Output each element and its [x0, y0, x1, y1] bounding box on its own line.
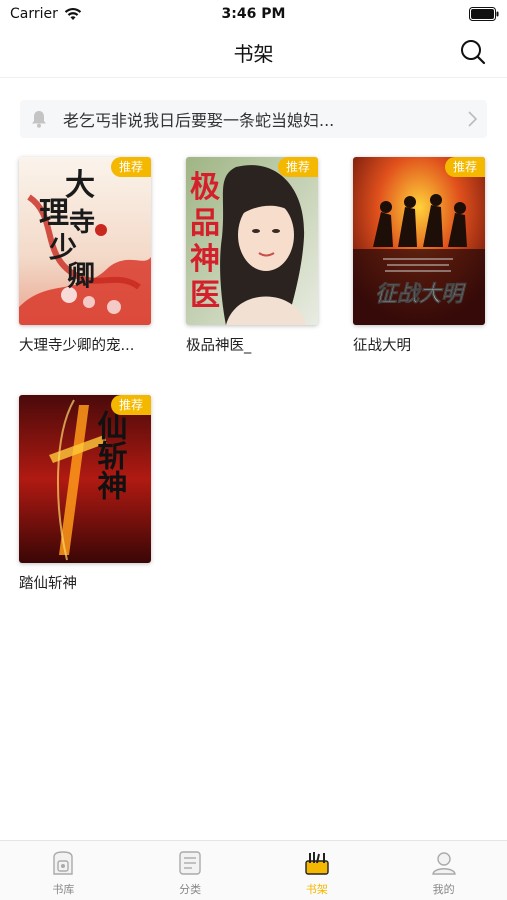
search-icon[interactable]	[459, 38, 487, 66]
cover-title-char: 大	[65, 168, 95, 203]
recommend-badge: 推荐	[445, 157, 485, 177]
bookstore-icon	[53, 851, 74, 875]
cover-title-char: 神	[190, 242, 220, 277]
book-cover[interactable]: 仙斩神 推荐	[19, 395, 151, 563]
book-cover-image: 仙斩神	[19, 395, 151, 563]
bookshelf-icon	[305, 852, 329, 875]
page-title: 书架	[233, 42, 274, 66]
announcement-bar[interactable]: 老乞丐非说我日后要娶一条蛇当媳妇...	[20, 100, 487, 138]
cover-title-char: 极	[190, 170, 220, 205]
category-icon	[179, 851, 201, 875]
book-title: 大理寺少卿的宠...	[19, 338, 135, 354]
book-item[interactable]: 大 理 寺 少 卿 推荐 大理寺少卿的宠...	[19, 157, 151, 355]
tab-label: 书架	[305, 883, 328, 896]
recommend-badge: 推荐	[111, 395, 151, 415]
recommend-badge: 推荐	[278, 157, 318, 177]
book-item[interactable]: 征战大明 推荐 征战大明	[353, 157, 485, 355]
recommend-badge: 推荐	[111, 157, 151, 177]
book-cover-image: 极 品 神 医	[186, 157, 318, 325]
cover-title-char: 医	[190, 278, 220, 313]
status-bar: Carrier 3:46 PM	[0, 0, 507, 28]
cover-title-char: 理	[39, 196, 69, 231]
book-title: 极品神医_	[186, 338, 252, 354]
book-item[interactable]: 仙斩神 推荐 踏仙斩神	[19, 395, 151, 593]
tab-category[interactable]: 分类	[127, 841, 254, 900]
announcement-text: 老乞丐非说我日后要娶一条蛇当媳妇...	[63, 111, 335, 130]
book-item[interactable]: 极 品 神 医 推荐 极品神医_	[186, 157, 318, 355]
book-cover[interactable]: 征战大明 推荐	[353, 157, 485, 325]
cover-title: 仙斩神	[92, 410, 128, 500]
profile-icon	[431, 852, 456, 875]
nav-bar: 书架	[0, 28, 507, 78]
cover-title-char: 品	[190, 206, 220, 241]
cover-title-char: 卿	[67, 259, 95, 292]
battery-icon	[469, 7, 499, 21]
tab-bookshelf[interactable]: 书架	[254, 841, 381, 900]
tab-label: 我的	[432, 883, 455, 896]
book-cover-image: 征战大明	[353, 157, 485, 325]
cover-title: 征战大明	[375, 281, 467, 307]
book-cover-image: 大 理 寺 少 卿	[19, 157, 151, 325]
clock: 3:46 PM	[221, 6, 286, 22]
bell-icon	[32, 111, 46, 128]
book-title: 征战大明	[353, 338, 411, 354]
tab-bookstore[interactable]: 书库	[0, 841, 127, 900]
book-title: 踏仙斩神	[19, 576, 77, 592]
tab-label: 书库	[52, 883, 75, 896]
tab-bar: 书库 分类 书架 我的	[0, 840, 507, 900]
book-cover[interactable]: 极 品 神 医 推荐	[186, 157, 318, 325]
chevron-right-icon	[468, 111, 478, 127]
book-cover[interactable]: 大 理 寺 少 卿 推荐	[19, 157, 151, 325]
tab-label: 分类	[179, 883, 202, 896]
tab-profile[interactable]: 我的	[380, 841, 507, 900]
